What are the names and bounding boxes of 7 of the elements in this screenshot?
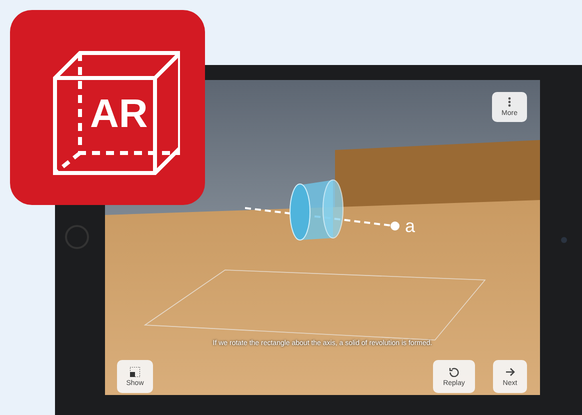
more-icon [508, 97, 511, 107]
grid-icon [130, 366, 140, 376]
arrow-right-icon [505, 366, 515, 376]
axis-label: a [405, 216, 416, 237]
replay-icon [449, 366, 459, 376]
camera-dot [561, 237, 567, 243]
ar-label: AR [90, 92, 148, 137]
